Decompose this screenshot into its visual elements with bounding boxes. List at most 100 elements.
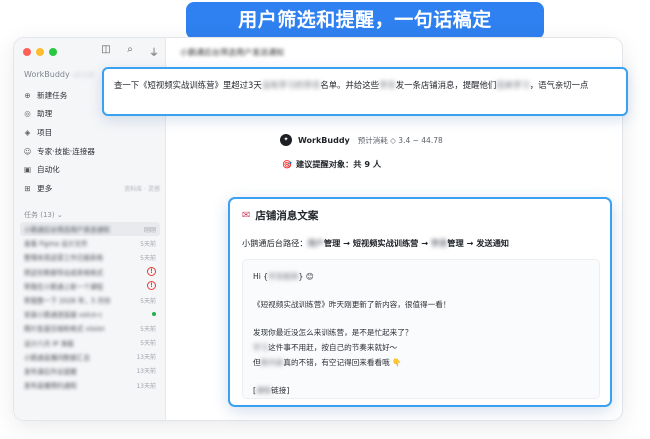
line3-redacted: 学习 (253, 343, 269, 352)
task-title: 安装小鹅通连接器 voice-c (24, 311, 103, 320)
suggestion-text: 建议提醒对象：共 9 人 (295, 159, 382, 169)
prompt-redacted-3: 回来学习 (496, 80, 530, 90)
task-title: 把这份数据导出成表格格式 (24, 268, 104, 277)
envelope-icon: ✉ (242, 210, 251, 221)
close-window-button[interactable] (23, 48, 31, 56)
message-line-4: 但新内容真的不错，有空记得回来看看哦 👇 (253, 355, 589, 370)
task-title: 查看 Figma 设计文件 (24, 240, 88, 249)
task-title: 图片批量压缩和格式 vision (24, 325, 105, 334)
backend-path: 小鹅通后台路径：用户管理 → 短视频实战训练营 → 学员管理 → 发送通知 (242, 237, 509, 249)
task-time: 刚刚 (143, 226, 156, 234)
task-list: 小鹅通后台筛选用户发送通知 刚刚 查看 Figma 设计文件 5天前 整理本周运营工作日… (20, 222, 160, 392)
nav-label: 自动化 (37, 165, 60, 175)
nav-more[interactable]: ⊞ 更多 资料库 · 灵感 (22, 179, 160, 198)
message-card-title: ✉ 店铺消息文案 (242, 208, 318, 223)
filter-icon[interactable]: ⏚ (148, 44, 160, 59)
greet-redacted: 学员昵称 (268, 272, 299, 281)
path-segment-1: 管理 → 短视频实战训练营 → (323, 238, 431, 248)
running-status-icon (152, 312, 156, 317)
task-row[interactable]: 设计六月 IP 海报 5天前 (20, 336, 160, 350)
message-body: Hi {学员昵称} 😊 《短视频实战训练营》昨天刚更新了新内容，很值得一看！ 发… (242, 259, 600, 399)
tasks-header-label: 任务 (13) (24, 211, 55, 219)
task-row[interactable]: 整理本周运营工作日报表格 5天前 (20, 250, 160, 264)
task-title: 整理本周运营工作日报表格 (24, 254, 104, 263)
message-greeting: Hi {学员昵称} 😊 (253, 269, 589, 284)
nav-label: 专家·技能·连接器 (37, 146, 95, 156)
user-prompt-card: 查一下《短视频实战训练营》里超过3天没有学习的学员名单。并给这些学员发一条店铺消… (102, 67, 628, 116)
brand: WorkBuddy v0.3.8 (24, 70, 93, 79)
line4-pre: 但 (253, 358, 261, 367)
workbuddy-logo-icon: ✦ (280, 134, 292, 146)
assistant-header: ✦ WorkBuddy 预计消耗 ◇ 3.4 ~ 44.78 (280, 134, 443, 146)
message-line-1: 《短视频实战训练营》昨天刚更新了新内容，很值得一看！ (253, 300, 451, 309)
nav-automation[interactable]: ▣ 自动化 (22, 160, 160, 179)
nav-experts[interactable]: ☺ 专家·技能·连接器 (22, 142, 160, 161)
task-title: 帮我在小鹅通上新一个课程 (24, 282, 104, 291)
prompt-text-2: 名单。并给这些 (320, 80, 379, 90)
task-row[interactable]: 小鹅通后台筛选用户发送通知 刚刚 (20, 222, 160, 237)
message-line-2: 发现你最近没怎么来训练营，是不是忙起来了？ (253, 328, 413, 337)
link-end: 链接] (271, 386, 290, 395)
path-prefix: 小鹅通后台路径： (242, 238, 308, 248)
task-time: 13天前 (136, 382, 156, 390)
line4-redacted: 新内容 (260, 358, 284, 367)
task-time: 5天前 (140, 254, 156, 262)
message-title-text: 店铺消息文案 (255, 210, 319, 222)
task-time: 13天前 (136, 368, 156, 376)
message-line-3: 学习这件事不用赶，按自己的节奏来就好～ (253, 340, 589, 355)
nav-label: 更多 (37, 183, 53, 193)
nav-projects[interactable]: ◈ 项目 (22, 123, 160, 142)
nav-label: 新建任务 (37, 90, 68, 100)
maximize-window-button[interactable] (49, 48, 57, 56)
line4-text: 真的不错，有空记得回来看看哦 👇 (283, 358, 402, 367)
task-title: 小鹅通直播间数据汇总 (24, 353, 90, 362)
task-title: 发布直播预约通知 (24, 382, 77, 391)
prompt-redacted-2: 学员 (378, 80, 396, 90)
task-row[interactable]: 安装小鹅通连接器 voice-c (20, 307, 160, 321)
task-row[interactable]: 查看 Figma 设计文件 5天前 (20, 236, 160, 250)
brand-version: v0.3.8 (72, 71, 94, 79)
prompt-text-4: ，语气亲切一点 (529, 80, 589, 90)
path-redacted-2: 学员 (430, 238, 448, 248)
path-redacted-1: 用户 (307, 238, 324, 248)
tasks-header[interactable]: 任务 (13) ⌄ (24, 210, 63, 220)
headline-banner: 用户筛选和提醒，一句话稿定 (186, 2, 544, 39)
prompt-text-3: 发一条店铺消息，提醒他们 (395, 80, 497, 90)
task-row[interactable]: 发布直播预约通知 13天前 (20, 378, 160, 392)
task-row[interactable]: 帮我整一下 2026 年，5 月份 5天前 (20, 293, 160, 307)
sidebar-toggle-icon[interactable]: ◫ (100, 44, 112, 59)
task-title: 帮我整一下 2026 年，5 月份 (24, 297, 111, 306)
automation-icon: ▣ (23, 165, 32, 175)
nav-label: 项目 (37, 127, 53, 137)
project-icon: ◈ (24, 127, 31, 137)
window-controls (23, 48, 57, 56)
suggestion-line: 🎯 建议提醒对象：共 9 人 (282, 158, 381, 170)
cost-estimate: 预计消耗 ◇ 3.4 ~ 44.78 (357, 135, 443, 145)
prompt-text-1: 查一下《短视频实战训练营》里超过3天 (114, 80, 262, 90)
minimize-window-button[interactable] (36, 48, 44, 56)
message-link: [课程链接] (253, 383, 589, 398)
sidebar-toolbar: ◫ ⌕ ⏚ (100, 44, 160, 59)
task-row[interactable]: 把这份数据导出成表格格式! (20, 265, 160, 279)
expert-icon: ☺ (23, 146, 32, 156)
prompt-redacted-1: 没有学习的学员 (261, 80, 321, 90)
more-icon: ⊞ (24, 183, 31, 193)
task-title: 发布课后作业提醒 (24, 367, 77, 376)
greet-end: } 😊 (298, 272, 314, 281)
line3-text: 这件事不用赶，按自己的节奏来就好～ (268, 343, 398, 352)
task-row[interactable]: 小鹅通直播间数据汇总 13天前 (20, 350, 160, 364)
target-icon: 🎯 (282, 159, 292, 169)
task-time: 5天前 (140, 325, 156, 333)
task-time: 5天前 (140, 240, 156, 248)
task-time: 13天前 (136, 354, 156, 362)
chevron-down-icon: ⌄ (56, 211, 63, 219)
conversation-title: 小鹅通后台筛选用户发送通知 (180, 48, 284, 57)
task-row[interactable]: 图片批量压缩和格式 vision 5天前 (20, 321, 160, 335)
task-row[interactable]: 发布课后作业提醒 13天前 (20, 364, 160, 378)
alert-icon: ! (147, 281, 156, 291)
nav-more-links[interactable]: 资料库 · 灵感 (124, 184, 160, 193)
link-redacted: 课程 (255, 386, 272, 395)
task-row[interactable]: 帮我在小鹅通上新一个课程! (20, 279, 160, 293)
help-icon: ◎ (24, 109, 31, 119)
search-icon[interactable]: ⌕ (124, 44, 136, 59)
